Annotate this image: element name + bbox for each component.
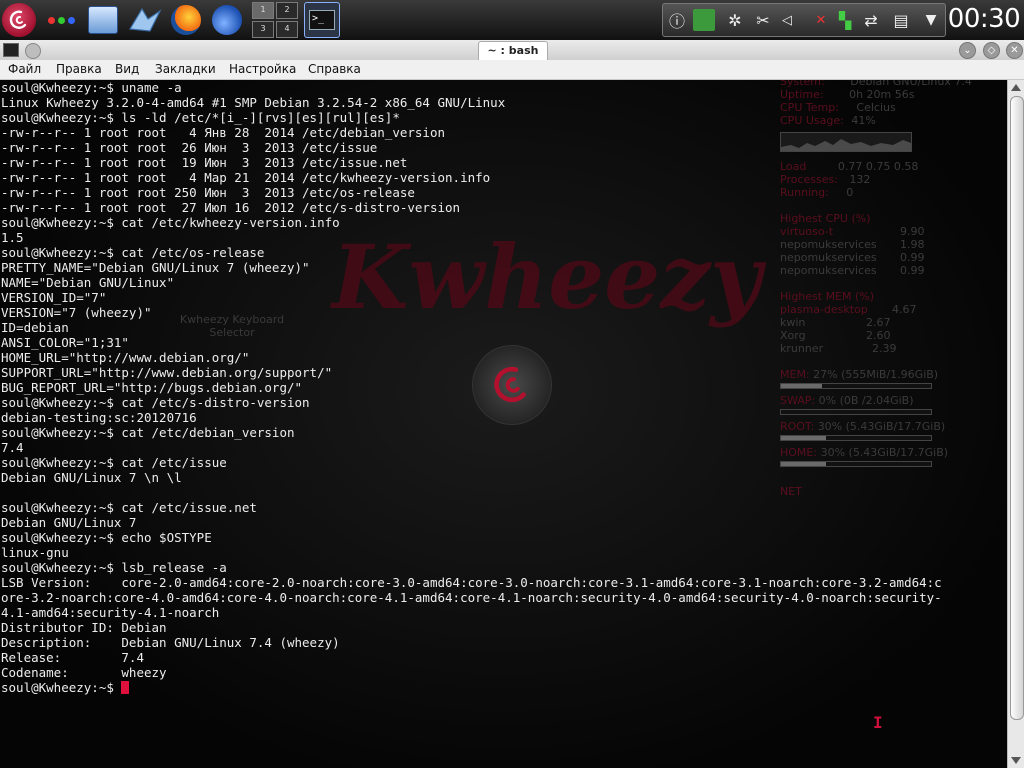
menu-bookmarks[interactable]: Закладки [155,61,216,78]
top-panel: 1 2 3 4 >_ ⓘ ✲ ✂ ◁ ✕ ▚ ⇄ ▤ ▼ 00:30 [0,0,1024,41]
terminal-line: 1.5 [1,230,24,245]
usb-icon[interactable]: ⇄ [859,8,883,32]
info-icon[interactable]: ⓘ [665,8,689,32]
taskbar-konsole-button[interactable]: >_ [304,2,340,38]
window-title: ~ : bash [478,41,548,60]
terminal-line: BUG_REPORT_URL="http://bugs.debian.org/" [1,380,303,395]
terminal-line: SUPPORT_URL="http://www.debian.org/suppo… [1,365,333,380]
terminal-prompt: soul@Kwheezy:~$ [1,680,122,695]
menu-edit[interactable]: Правка [56,61,102,78]
menu-help[interactable]: Справка [308,61,361,78]
thunderbird-icon[interactable] [208,3,246,37]
scrollbar-thumb[interactable] [1010,96,1024,720]
terminal-output: soul@Kwheezy:~$ uname -a Linux Kwheezy 3.… [1,80,1005,695]
activities-icon[interactable] [44,3,78,37]
terminal-line: soul@Kwheezy:~$ echo $OSTYPE [1,530,212,545]
terminal-line: soul@Kwheezy:~$ cat /etc/debian_version [1,425,295,440]
terminal-line: Debian GNU/Linux 7 \n \l [1,470,182,485]
window-titlebar[interactable]: ~ : bash ⌄ ◇ ✕ [0,40,1024,61]
menu-view[interactable]: Вид [115,61,139,78]
terminal-line: PRETTY_NAME="Debian GNU/Linux 7 (wheezy)… [1,260,310,275]
text-cursor-ibeam-icon: I [873,713,883,732]
terminal-line: soul@Kwheezy:~$ cat /etc/issue.net [1,500,257,515]
clock[interactable]: 00:30 [946,2,1022,36]
terminal-line: NAME="Debian GNU/Linux" [1,275,175,290]
network-icon[interactable]: ▚ [833,8,857,32]
terminal-line: -rw-r--r-- 1 root root 19 Июн 3 2013 /et… [1,155,408,170]
scroll-up-arrow-icon[interactable] [1011,84,1021,91]
terminal-icon: >_ [309,10,335,30]
pager-desktop-2[interactable]: 2 [276,2,298,19]
kwheezy-bird-icon[interactable] [126,3,164,37]
terminal-line: soul@Kwheezy:~$ ls -ld /etc/*[i_-][rvs][… [1,110,400,125]
terminal-line: soul@Kwheezy:~$ cat /etc/kwheezy-version… [1,215,340,230]
terminal-cursor [121,681,130,694]
device-notifier-icon[interactable]: ▤ [889,8,913,32]
window-menu-icon[interactable] [3,43,19,57]
menubar: Файл Правка Вид Закладки Настройка Справ… [0,60,1024,80]
terminal-line: -rw-r--r-- 1 root root 26 Июн 3 2013 /et… [1,140,378,155]
terminal-line: -rw-r--r-- 1 root root 250 Июн 3 2013 /e… [1,185,415,200]
network-disconnected-icon[interactable]: ✕ [809,8,833,32]
terminal-line: ANSI_COLOR="1;31" [1,335,129,350]
maximize-button[interactable]: ◇ [983,42,1000,59]
terminal-line: soul@Kwheezy:~$ cat /etc/issue [1,455,227,470]
terminal-line: ID=debian [1,320,69,335]
terminal-line: 4.1-amd64:security-4.1-noarch [1,605,220,620]
menu-settings[interactable]: Настройка [229,61,296,78]
terminal-line: Linux Kwheezy 3.2.0-4-amd64 #1 SMP Debia… [1,95,506,110]
firefox-icon[interactable] [168,3,204,37]
file-manager-icon[interactable] [86,3,120,37]
system-tray: ⓘ ✲ ✂ ◁ ✕ ▚ ⇄ ▤ ▼ [662,3,946,37]
pager-desktop-1[interactable]: 1 [252,2,274,19]
on-all-desktops-icon[interactable] [25,43,41,59]
terminal-line: debian-testing:sc:20120716 [1,410,197,425]
terminal-area[interactable]: Kwheezy Kwheezy Keyboard Selector System… [0,80,1007,768]
terminal-line: soul@Kwheezy:~$ uname -a [1,80,182,95]
terminal-scrollbar[interactable] [1007,80,1024,768]
scroll-down-arrow-icon[interactable] [1011,757,1021,764]
terminal-line: VERSION="7 (wheezy)" [1,305,152,320]
network-monitor-icon[interactable] [693,9,715,31]
terminal-line: soul@Kwheezy:~$ lsb_release -a [1,560,227,575]
bluetooth-icon[interactable]: ✲ [723,8,747,32]
terminal-line: Codename: wheezy [1,665,167,680]
terminal-line: -rw-r--r-- 1 root root 27 Июл 16 2012 /e… [1,200,461,215]
terminal-line: 7.4 [1,440,24,455]
pager-desktop-4[interactable]: 4 [276,21,298,38]
terminal-line: linux-gnu [1,545,69,560]
terminal-line: HOME_URL="http://www.debian.org/" [1,350,250,365]
application-menu-debian-icon[interactable] [2,3,36,37]
menu-file[interactable]: Файл [8,61,41,78]
terminal-line: VERSION_ID="7" [1,290,107,305]
terminal-prompt-line[interactable]: soul@Kwheezy:~$ [1,680,1005,695]
terminal-line: soul@Kwheezy:~$ cat /etc/s-distro-versio… [1,395,310,410]
terminal-line: -rw-r--r-- 1 root root 4 Мар 21 2014 /et… [1,170,491,185]
terminal-line: Distributor ID: Debian [1,620,167,635]
terminal-line: soul@Kwheezy:~$ cat /etc/os-release [1,245,265,260]
tray-expand-icon[interactable]: ▼ [919,8,943,32]
terminal-line: Release: 7.4 [1,650,144,665]
terminal-line: Description: Debian GNU/Linux 7.4 (wheez… [1,635,340,650]
close-button[interactable]: ✕ [1006,42,1023,59]
virtual-desktop-pager[interactable]: 1 2 3 4 [252,2,298,38]
terminal-line: LSB Version: core-2.0-amd64:core-2.0-noa… [1,575,942,590]
volume-icon[interactable]: ◁ [775,8,799,32]
pager-desktop-3[interactable]: 3 [252,21,274,38]
terminal-line: -rw-r--r-- 1 root root 4 Янв 28 2014 /et… [1,125,446,140]
minimize-button[interactable]: ⌄ [959,42,976,59]
terminal-line: Debian GNU/Linux 7 [1,515,137,530]
klipper-scissors-icon[interactable]: ✂ [751,8,775,32]
terminal-line: ore-3.2-noarch:core-4.0-amd64:core-4.0-n… [1,590,942,605]
